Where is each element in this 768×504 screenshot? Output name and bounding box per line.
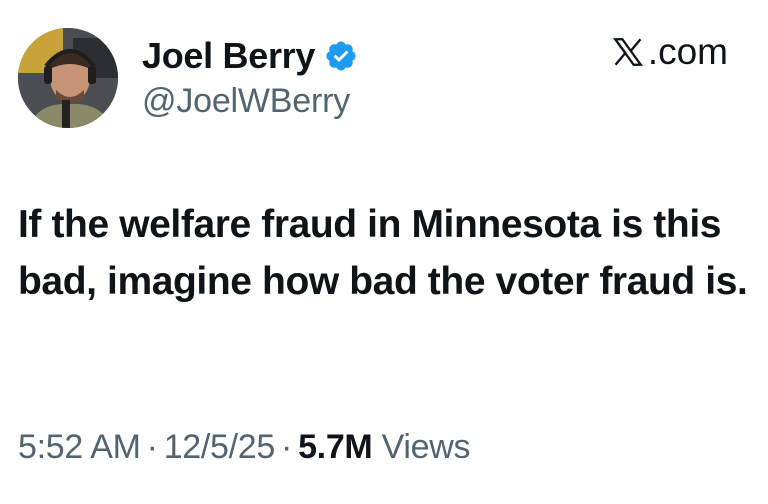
site-label: .com [611, 31, 728, 73]
user-handle[interactable]: @JoelWBerry [142, 82, 350, 121]
tweet-meta: 5:52 AM · 12/5/25 · 5.7M Views [18, 428, 471, 467]
meta-separator: · [146, 428, 158, 466]
views-label: Views [381, 428, 471, 466]
views-count: 5.7M [298, 428, 373, 466]
x-logo-icon [612, 38, 643, 66]
display-name[interactable]: Joel Berry [142, 35, 315, 77]
name-row: Joel Berry [142, 30, 358, 82]
tweet-time[interactable]: 5:52 AM [18, 428, 141, 466]
tweet-date[interactable]: 12/5/25 [164, 428, 276, 466]
meta-separator: · [281, 428, 293, 466]
verified-badge-icon [326, 41, 356, 71]
tweet-card: Joel Berry @JoelWBerry .com If the welfa… [0, 0, 768, 504]
avatar[interactable] [18, 28, 118, 128]
site-domain: .com [647, 31, 728, 72]
tweet-text: If the welfare fraud in Minnesota is thi… [18, 203, 748, 303]
avatar-photo-icon [18, 28, 118, 128]
